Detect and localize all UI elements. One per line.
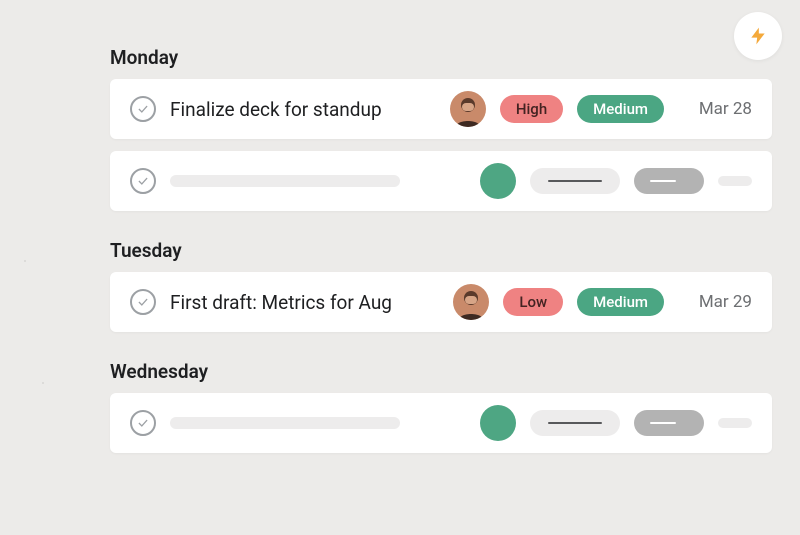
placeholder-date [718, 176, 752, 186]
placeholder-date [718, 418, 752, 428]
placeholder-avatar [480, 163, 516, 199]
complete-checkbox[interactable] [130, 410, 156, 436]
placeholder-pill [634, 168, 704, 194]
day-header: Monday [110, 46, 772, 69]
day-block-wednesday: Wednesday [110, 360, 772, 453]
placeholder-title [170, 417, 400, 429]
placeholder-pill [530, 168, 620, 194]
bolt-icon [748, 26, 768, 46]
task-row[interactable]: Finalize deck for standup High Medium Ma… [110, 79, 772, 139]
task-row-placeholder [110, 151, 772, 211]
placeholder-avatar [480, 405, 516, 441]
complete-checkbox[interactable] [130, 168, 156, 194]
check-icon [136, 102, 150, 116]
complete-checkbox[interactable] [130, 96, 156, 122]
task-row-placeholder [110, 393, 772, 453]
due-date: Mar 29 [688, 292, 752, 312]
priority-tag[interactable]: Low [503, 288, 563, 316]
placeholder-pill [530, 410, 620, 436]
day-header: Wednesday [110, 360, 772, 383]
check-icon [136, 416, 150, 430]
task-title: Finalize deck for standup [170, 98, 382, 121]
priority-tag[interactable]: High [500, 95, 563, 123]
due-date: Mar 28 [688, 99, 752, 119]
day-block-tuesday: Tuesday First draft: Metrics for Aug Low… [110, 239, 772, 332]
day-header: Tuesday [110, 239, 772, 262]
day-block-monday: Monday Finalize deck for standup High Me… [110, 46, 772, 211]
assignee-avatar[interactable] [453, 284, 489, 320]
check-icon [136, 295, 150, 309]
quick-action-fab[interactable] [734, 12, 782, 60]
task-row[interactable]: First draft: Metrics for Aug Low Medium … [110, 272, 772, 332]
task-list-page: Monday Finalize deck for standup High Me… [0, 0, 800, 453]
placeholder-title [170, 175, 400, 187]
assignee-avatar[interactable] [450, 91, 486, 127]
check-icon [136, 174, 150, 188]
placeholder-pill [634, 410, 704, 436]
status-tag[interactable]: Medium [577, 95, 664, 123]
complete-checkbox[interactable] [130, 289, 156, 315]
status-tag[interactable]: Medium [577, 288, 664, 316]
task-title: First draft: Metrics for Aug [170, 291, 392, 314]
